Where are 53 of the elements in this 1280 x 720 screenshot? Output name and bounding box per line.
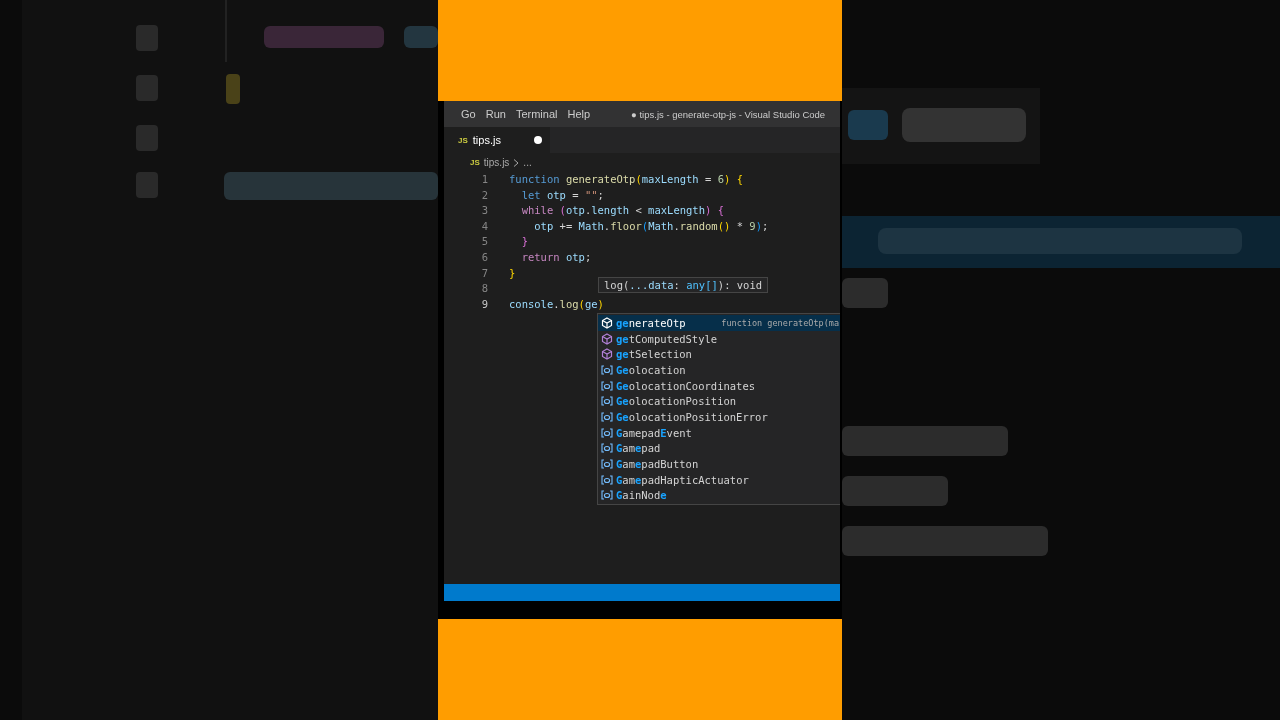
variable-icon	[601, 379, 613, 392]
code-line: }	[509, 265, 516, 281]
chevron-icon	[513, 158, 520, 167]
line-number: 8	[480, 281, 488, 297]
variable-icon	[601, 473, 613, 486]
suggestion-item[interactable]: GainNode	[598, 487, 840, 504]
suggestion-item[interactable]: GeolocationCoordinates	[598, 377, 840, 394]
variable-icon	[601, 410, 613, 423]
window-title: ● tips.js - generate-otp-js - Visual Studio Code	[631, 108, 826, 120]
file-type-icon: JS	[470, 158, 480, 167]
cube-icon	[601, 348, 613, 361]
variable-icon	[601, 442, 613, 455]
line-number: 2	[480, 187, 488, 203]
suggestion-item[interactable]: Gamepad	[598, 440, 840, 457]
suggestion-item[interactable]: getSelection	[598, 346, 840, 363]
cube-icon	[601, 332, 613, 345]
suggestion-item[interactable]: GamepadEvent	[598, 424, 840, 441]
code-line: function generateOtp(maxLength = 6) {	[509, 172, 743, 187]
line-number: 9	[480, 296, 488, 312]
code-line: return otp;	[520, 249, 592, 265]
variable-icon	[601, 395, 613, 408]
line-number: 6	[480, 249, 488, 265]
cube-icon	[601, 316, 613, 329]
signature-tooltip: log(...data: any[]): void	[598, 277, 769, 293]
code-line: console.log(ge)	[509, 296, 604, 312]
suggestion-item[interactable]: generateOtp function generateOtp(ma	[598, 315, 840, 331]
code-line: while (otp.length < maxLength) {	[520, 203, 724, 219]
editor-tab[interactable]: JS tips.js	[444, 127, 550, 153]
code-line: let otp = "";	[520, 187, 604, 203]
suggestion-item[interactable]: Geolocation	[598, 362, 840, 378]
variable-icon	[601, 489, 613, 502]
line-number: 1	[480, 172, 488, 187]
menu-item[interactable]: Terminal	[510, 104, 563, 124]
variable-icon	[601, 363, 613, 376]
suggestion-item[interactable]: GamepadButton	[598, 456, 840, 472]
breadcrumb-item[interactable]: tips.js	[483, 157, 510, 168]
menu-item[interactable]: Run	[480, 104, 511, 124]
line-number: 7	[480, 265, 488, 281]
line-number: 4	[480, 218, 488, 234]
suggestion-item[interactable]: GeolocationPosition	[598, 393, 840, 410]
variable-icon	[601, 426, 613, 439]
menu-item[interactable]: Help	[562, 104, 596, 124]
suggestion-item[interactable]: GamepadHapticActuator	[598, 471, 840, 488]
file-type-icon: JS	[458, 135, 468, 145]
variable-icon	[601, 458, 613, 471]
breadcrumb-item[interactable]: ...	[523, 157, 532, 168]
code-line: }	[520, 234, 528, 250]
suggestion-item[interactable]: GeolocationPositionError	[598, 409, 840, 425]
line-number: 3	[480, 203, 488, 219]
line-number: 5	[480, 234, 488, 250]
suggestion-item[interactable]: getComputedStyle	[598, 330, 840, 347]
code-line: otp += Math.floor(Math.random() * 9);	[533, 218, 769, 234]
menu-item[interactable]: Go	[456, 104, 481, 124]
